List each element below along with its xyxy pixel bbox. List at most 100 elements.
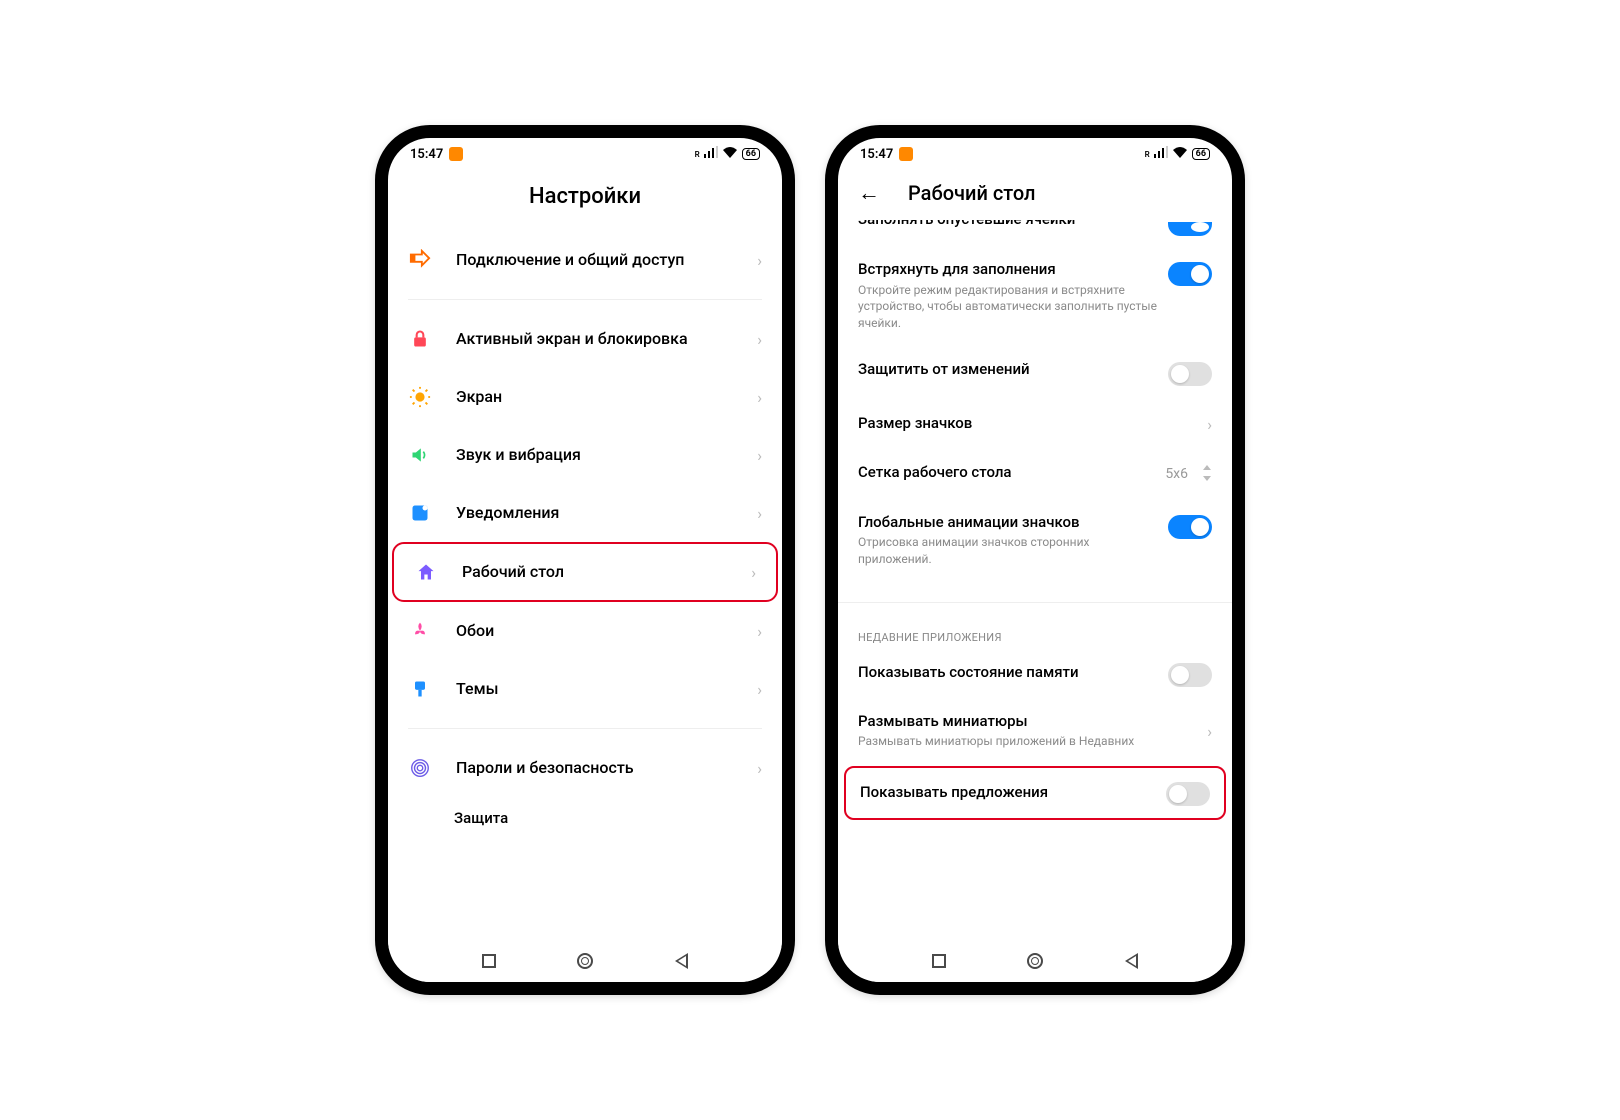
status-right: R 66	[1145, 146, 1210, 162]
phone-left: 15:47 R 66 Настройки Подключение и общий…	[375, 125, 795, 995]
sun-icon	[408, 385, 432, 409]
navigation-bar	[388, 940, 782, 982]
chevron-right-icon: ›	[757, 388, 762, 407]
navigation-bar	[838, 940, 1232, 982]
row-text: Защитить от изменений	[858, 360, 1158, 382]
nav-back-button[interactable]	[672, 952, 690, 970]
settings-row-lockscreen[interactable]: Активный экран и блокировка ›	[388, 310, 782, 368]
row-text: Показывать предложения	[860, 783, 1156, 805]
chevron-right-icon: ›	[1207, 722, 1212, 741]
row-title: Сетка рабочего стола	[858, 463, 1155, 483]
signal-icon	[704, 146, 718, 162]
row-title: Размывать миниатюры	[858, 712, 1197, 732]
row-text: Глобальные анимации значков Отрисовка ан…	[858, 513, 1158, 568]
row-value: 5x6	[1165, 466, 1188, 482]
nav-home-button[interactable]	[576, 952, 594, 970]
settings-row-connection[interactable]: Подключение и общий доступ ›	[388, 231, 782, 289]
toggle-switch[interactable]	[1168, 262, 1212, 286]
sound-icon	[408, 443, 432, 467]
divider	[838, 602, 1232, 603]
settings-label: Обои	[456, 621, 757, 642]
toggle-switch[interactable]	[1168, 515, 1212, 539]
row-grid[interactable]: Сетка рабочего стола 5x6	[838, 445, 1232, 495]
fingerprint-icon	[408, 756, 432, 780]
wifi-icon	[1172, 146, 1188, 162]
settings-label: Звук и вибрация	[456, 445, 757, 466]
chevron-right-icon: ›	[757, 504, 762, 523]
battery-icon: 66	[742, 148, 760, 160]
row-title: Глобальные анимации значков	[858, 513, 1158, 533]
nav-back-button[interactable]	[1122, 952, 1140, 970]
row-lock-layout[interactable]: Защитить от изменений	[838, 342, 1232, 396]
partial-label: Заполнять опустевшие ячейки	[858, 220, 1075, 232]
nav-home-button[interactable]	[1026, 952, 1044, 970]
settings-row-sound[interactable]: Звук и вибрация ›	[388, 426, 782, 484]
status-time: 15:47	[410, 147, 443, 162]
status-app-icon	[449, 147, 463, 161]
status-left: 15:47	[410, 147, 463, 162]
chevron-right-icon: ›	[751, 563, 756, 582]
chevron-right-icon: ›	[757, 759, 762, 778]
settings-label: Уведомления	[456, 503, 757, 524]
row-show-suggestions-highlight: Показывать предложения	[844, 766, 1226, 820]
toggle-switch[interactable]	[1166, 782, 1210, 806]
page-title: Настройки	[388, 184, 782, 209]
settings-content: Настройки Подключение и общий доступ › А…	[388, 166, 782, 938]
row-text: Размер значков	[858, 414, 1197, 436]
settings-row-wallpaper[interactable]: Обои ›	[388, 602, 782, 660]
row-show-suggestions[interactable]: Показывать предложения	[846, 768, 1224, 818]
row-text: Встряхнуть для заполнения Откройте режим…	[858, 260, 1158, 332]
updown-icon	[1202, 465, 1212, 484]
settings-row-display[interactable]: Экран ›	[388, 368, 782, 426]
settings-label: Подключение и общий доступ	[456, 250, 757, 271]
flower-icon	[408, 619, 432, 643]
header-row: ← Рабочий стол	[838, 166, 1232, 222]
row-title: Защитить от изменений	[858, 360, 1158, 380]
settings-row-cutoff: Защита	[388, 797, 782, 831]
wifi-icon	[722, 146, 738, 162]
settings-row-themes[interactable]: Темы ›	[388, 660, 782, 718]
chevron-right-icon: ›	[757, 680, 762, 699]
status-time: 15:47	[860, 147, 893, 162]
share-icon	[408, 248, 432, 272]
page-title-header: Настройки	[388, 166, 782, 231]
row-blur-thumbs[interactable]: Размывать миниатюры Размывать миниатюры …	[838, 698, 1232, 760]
chevron-right-icon: ›	[757, 251, 762, 270]
chevron-right-icon: ›	[757, 330, 762, 349]
chevron-right-icon: ›	[1207, 415, 1212, 434]
status-right: R 66	[695, 146, 760, 162]
row-subtitle: Размывать миниатюры приложений в Недавни…	[858, 733, 1197, 750]
nav-recents-button[interactable]	[930, 952, 948, 970]
row-shake-fill[interactable]: Встряхнуть для заполнения Откройте режим…	[838, 242, 1232, 342]
status-signal-badge: R	[1145, 150, 1150, 159]
settings-row-passwords[interactable]: Пароли и безопасность ›	[388, 739, 782, 797]
home-icon	[414, 560, 438, 584]
settings-row-homescreen[interactable]: Рабочий стол ›	[392, 542, 778, 602]
row-global-animations[interactable]: Глобальные анимации значков Отрисовка ан…	[838, 495, 1232, 578]
battery-icon: 66	[1192, 148, 1210, 160]
status-app-icon	[899, 147, 913, 161]
settings-label: Рабочий стол	[462, 562, 751, 583]
row-memory-status[interactable]: Показывать состояние памяти	[838, 650, 1232, 698]
settings-label: Активный экран и блокировка	[456, 329, 757, 350]
toggle-switch[interactable]	[1168, 663, 1212, 687]
back-arrow-icon[interactable]: ←	[858, 180, 880, 206]
row-title: Показывать предложения	[860, 783, 1156, 803]
nav-recents-button[interactable]	[480, 952, 498, 970]
chevron-right-icon: ›	[757, 622, 762, 641]
signal-icon	[1154, 146, 1168, 162]
page-title: Рабочий стол	[908, 181, 1036, 205]
homescreen-settings-content: ← Рабочий стол Заполнять опустевшие ячей…	[838, 166, 1232, 938]
divider	[408, 299, 762, 300]
toggle-switch[interactable]	[1168, 362, 1212, 386]
status-bar: 15:47 R 66	[388, 138, 782, 166]
row-icon-size[interactable]: Размер значков ›	[838, 396, 1232, 446]
row-text: Показывать состояние памяти	[858, 663, 1158, 685]
toggle-switch[interactable]	[1168, 222, 1212, 236]
row-subtitle: Откройте режим редактирования и встряхни…	[858, 282, 1158, 332]
partial-top-row[interactable]: Заполнять опустевшие ячейки	[838, 222, 1232, 242]
settings-label: Пароли и безопасность	[456, 758, 757, 779]
status-signal-badge: R	[695, 150, 700, 159]
status-bar: 15:47 R 66	[838, 138, 1232, 166]
settings-row-notifications[interactable]: Уведомления ›	[388, 484, 782, 542]
